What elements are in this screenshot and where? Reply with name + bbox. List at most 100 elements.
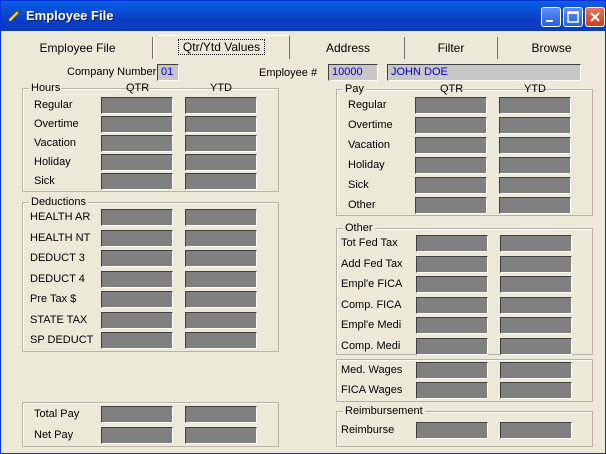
employee-name-field: JOHN DOE <box>387 64 581 81</box>
minimize-button[interactable] <box>541 7 561 27</box>
pay-row-label: Other <box>348 199 376 211</box>
deduction-row-label: Pre Tax $ <box>30 293 77 305</box>
wages-qtr-field[interactable] <box>416 362 488 379</box>
totals-row-label: Net Pay <box>34 429 74 441</box>
other-qtr-field[interactable] <box>416 296 488 314</box>
deduction-row-label: SP DEDUCT <box>30 334 94 346</box>
deduction-ytd-field[interactable] <box>185 332 257 349</box>
hours-ytd-header: YTD <box>210 82 232 94</box>
pay-ytd-field[interactable] <box>499 157 571 174</box>
other-ytd-field[interactable] <box>500 317 572 334</box>
deduction-ytd-field[interactable] <box>185 229 257 247</box>
wages-row-label: Med. Wages <box>341 364 403 376</box>
tab-address[interactable]: Address <box>292 37 405 59</box>
deduction-ytd-field[interactable] <box>185 311 257 329</box>
deduction-ytd-field[interactable] <box>185 209 257 226</box>
pay-ytd-field[interactable] <box>499 177 571 194</box>
maximize-icon <box>567 11 579 23</box>
hours-ytd-field[interactable] <box>185 116 257 133</box>
totals-ytd-field[interactable] <box>185 406 257 423</box>
close-button[interactable] <box>585 7 605 27</box>
title-bar[interactable]: Employee File <box>1 1 605 31</box>
hours-row-label: Holiday <box>34 156 71 168</box>
pay-ytd-field[interactable] <box>499 117 571 134</box>
hours-qtr-field[interactable] <box>101 116 173 133</box>
pay-qtr-field[interactable] <box>415 97 487 114</box>
pay-ytd-field[interactable] <box>499 197 571 214</box>
deduction-qtr-field[interactable] <box>101 332 173 349</box>
deduction-qtr-field[interactable] <box>101 291 173 308</box>
other-ytd-field[interactable] <box>500 255 572 273</box>
close-icon <box>590 12 600 22</box>
window-title: Employee File <box>26 8 114 23</box>
other-ytd-field[interactable] <box>500 296 572 314</box>
hours-row-label: Overtime <box>34 118 79 130</box>
hours-row-label: Regular <box>34 99 73 111</box>
other-ytd-field[interactable] <box>500 235 572 252</box>
employee-number-label: Employee # <box>259 67 318 79</box>
hours-qtr-field[interactable] <box>101 135 173 152</box>
deduction-qtr-field[interactable] <box>101 229 173 247</box>
pay-qtr-field[interactable] <box>415 157 487 174</box>
pay-ytd-header: YTD <box>524 83 546 95</box>
pay-row-label: Vacation <box>348 139 390 151</box>
other-ytd-field[interactable] <box>500 276 572 293</box>
other-qtr-field[interactable] <box>416 276 488 293</box>
other-row-label: Tot Fed Tax <box>341 237 398 249</box>
other-row-label: Comp. FICA <box>341 298 402 311</box>
employee-number-field[interactable]: 10000 <box>328 64 378 81</box>
wages-row-label: FICA Wages <box>341 384 403 396</box>
hours-ytd-field[interactable] <box>185 135 257 152</box>
reimbursement-group-title: Reimbursement <box>343 405 425 417</box>
deduction-qtr-field[interactable] <box>101 209 173 226</box>
pay-qtr-field[interactable] <box>415 177 487 194</box>
hours-row-label: Sick <box>34 175 55 187</box>
wages-ytd-field[interactable] <box>500 382 572 399</box>
totals-qtr-field[interactable] <box>101 427 173 444</box>
pay-qtr-field[interactable] <box>415 197 487 214</box>
maximize-button[interactable] <box>563 7 583 27</box>
hours-row-label: Vacation <box>34 137 76 149</box>
deduction-ytd-field[interactable] <box>185 250 257 267</box>
tab-qtr-ytd-values[interactable]: Qtr/Ytd Values <box>153 35 290 59</box>
other-qtr-field[interactable] <box>416 255 488 273</box>
tab-browse[interactable]: Browse <box>498 37 605 59</box>
other-row-label: Empl'e Medi <box>341 319 402 331</box>
wages-qtr-field[interactable] <box>416 382 488 399</box>
hours-qtr-field[interactable] <box>101 154 173 171</box>
wages-ytd-field[interactable] <box>500 362 572 379</box>
hours-qtr-header: QTR <box>126 82 150 94</box>
other-qtr-field[interactable] <box>416 235 488 252</box>
other-ytd-field[interactable] <box>500 337 572 355</box>
deduction-ytd-field[interactable] <box>185 270 257 288</box>
reimburse-ytd-field[interactable] <box>500 422 572 439</box>
deduction-qtr-field[interactable] <box>101 311 173 329</box>
pay-qtr-field[interactable] <box>415 117 487 134</box>
tab-filter[interactable]: Filter <box>405 37 498 59</box>
deduction-row-label: HEALTH NT <box>30 231 91 244</box>
pay-ytd-field[interactable] <box>499 137 571 154</box>
tab-employee-file[interactable]: Employee File <box>3 37 153 59</box>
other-qtr-field[interactable] <box>416 337 488 355</box>
deduction-qtr-field[interactable] <box>101 270 173 288</box>
hours-ytd-field[interactable] <box>185 154 257 171</box>
deduction-qtr-field[interactable] <box>101 250 173 267</box>
hours-qtr-field[interactable] <box>101 173 173 190</box>
other-row-label: Empl'e FICA <box>341 278 403 290</box>
pay-group-title: Pay <box>343 83 366 95</box>
hours-ytd-field[interactable] <box>185 97 257 114</box>
pay-ytd-field[interactable] <box>499 97 571 114</box>
totals-ytd-field[interactable] <box>185 427 257 444</box>
tab-strip: Employee File Qtr/Ytd Values Address Fil… <box>3 35 605 59</box>
hours-ytd-field[interactable] <box>185 173 257 190</box>
totals-qtr-field[interactable] <box>101 406 173 423</box>
other-qtr-field[interactable] <box>416 317 488 334</box>
reimburse-qtr-field[interactable] <box>416 422 488 439</box>
deduction-ytd-field[interactable] <box>185 291 257 308</box>
hours-qtr-field[interactable] <box>101 97 173 114</box>
deductions-group-title: Deductions <box>29 196 89 208</box>
company-number-field[interactable]: 01 <box>157 64 179 81</box>
pencil-icon <box>8 10 20 22</box>
pay-qtr-field[interactable] <box>415 137 487 154</box>
pay-row-label: Sick <box>348 179 369 191</box>
